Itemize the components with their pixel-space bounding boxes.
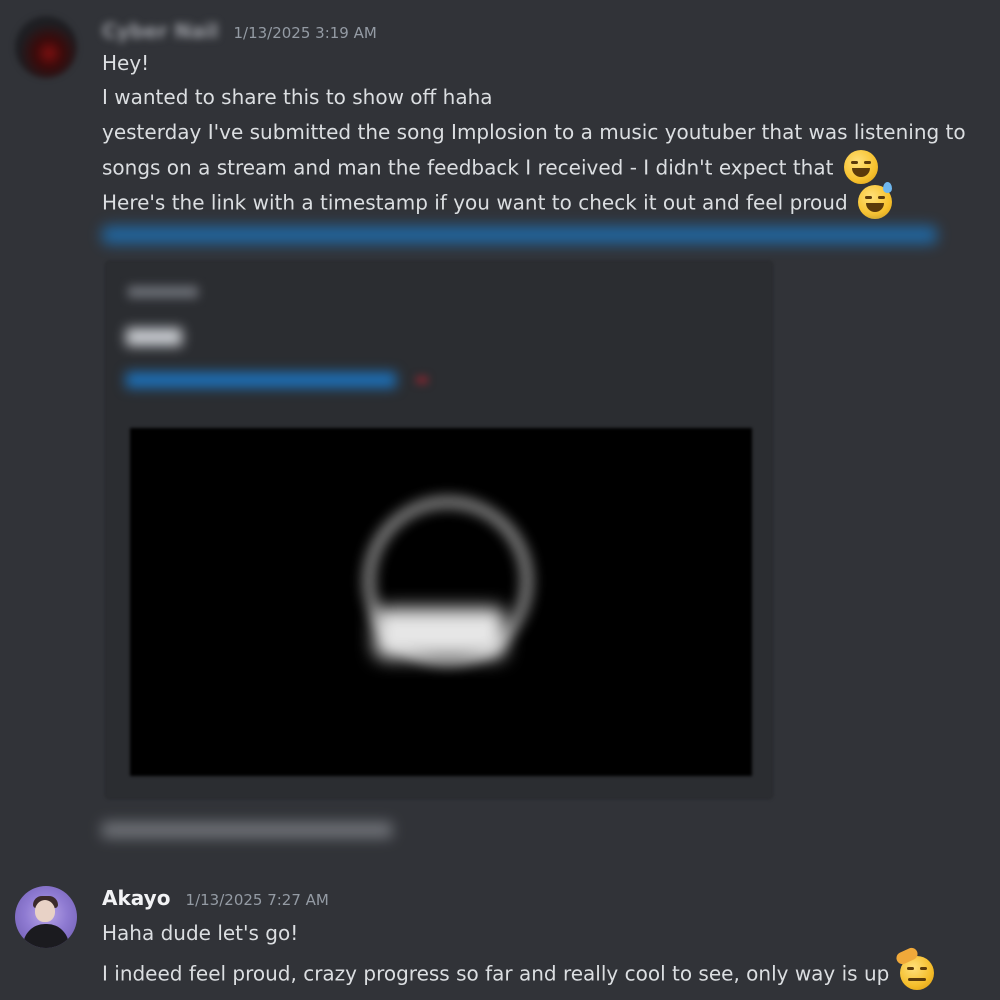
message-text-with-emoji: Here's the link with a timestamp if you … — [102, 182, 893, 221]
avatar-head — [35, 900, 55, 922]
username[interactable]: Akayo — [102, 886, 170, 910]
embed-thumbnail[interactable] — [130, 428, 752, 776]
embed-author[interactable] — [126, 328, 182, 346]
message-text-with-emoji: I indeed feel proud, crazy progress so f… — [102, 945, 934, 992]
message-caption — [102, 822, 392, 838]
embed-title-tail — [416, 376, 428, 384]
sweat-smile-emoji-icon — [858, 182, 893, 219]
message-text: I wanted to share this to show off haha — [102, 85, 493, 109]
timestamp[interactable]: 1/13/2025 7:27 AM — [186, 891, 329, 909]
chat-messages: Cyber Nail 1/13/2025 3:19 AM Hey! I want… — [0, 0, 1000, 1000]
message-text: I indeed feel proud, crazy progress so f… — [102, 961, 890, 986]
embed-provider[interactable] — [128, 286, 198, 298]
saluting-emoji-icon — [894, 945, 934, 990]
message-text-with-emoji: songs on a stream and man the feedback I… — [102, 150, 878, 186]
embed-title[interactable] — [126, 372, 396, 388]
message-text: Hey! — [102, 51, 150, 75]
avatar[interactable] — [15, 16, 77, 78]
message-text: songs on a stream and man the feedback I… — [102, 155, 834, 180]
message-2: Akayo 1/13/2025 7:27 AM Haha dude let's … — [0, 860, 1000, 1000]
message-text: Here's the link with a timestamp if you … — [102, 190, 848, 215]
message-1: Cyber Nail 1/13/2025 3:19 AM Hey! I want… — [0, 0, 1000, 860]
link-embed — [104, 260, 774, 800]
avatar-body — [23, 924, 69, 948]
username[interactable]: Cyber Nail — [102, 19, 218, 43]
message-text: yesterday I've submitted the song Implos… — [102, 120, 966, 144]
avatar[interactable] — [15, 886, 77, 948]
laughing-emoji-icon — [843, 150, 878, 184]
message-header: Akayo 1/13/2025 7:27 AM — [102, 886, 329, 910]
timestamp[interactable]: 1/13/2025 3:19 AM — [233, 24, 376, 42]
channel-logo-text-image — [375, 608, 505, 658]
message-text: Haha dude let's go! — [102, 921, 299, 945]
youtube-link[interactable] — [102, 226, 937, 244]
message-header: Cyber Nail 1/13/2025 3:19 AM — [102, 19, 377, 43]
